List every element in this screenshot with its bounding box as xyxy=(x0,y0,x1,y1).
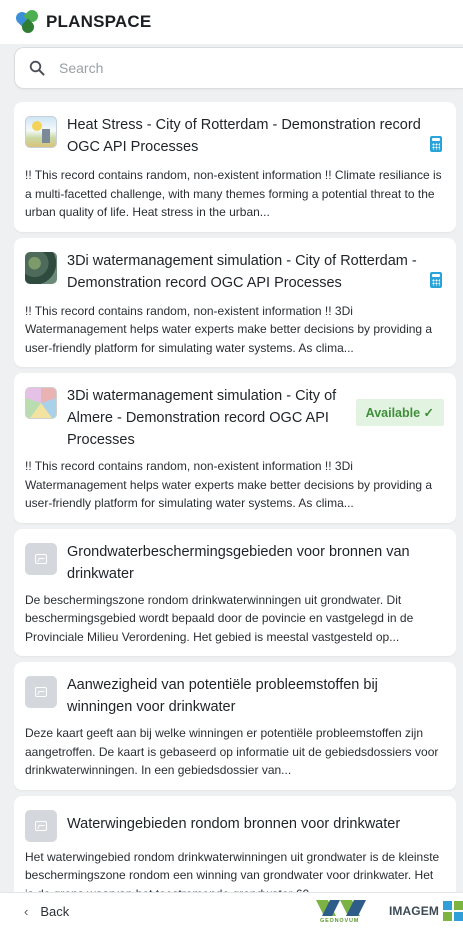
record-title[interactable]: 3Di watermanagement simulation - City of… xyxy=(67,385,356,451)
record-description: De beschermingszone rondom drinkwaterwin… xyxy=(25,592,414,644)
record-description: Het waterwingebied rondom drinkwaterwinn… xyxy=(25,849,440,893)
record-title[interactable]: Grondwaterbeschermingsgebieden voor bron… xyxy=(67,541,444,585)
calculator-icon xyxy=(430,271,442,288)
imagem-mark-icon xyxy=(442,901,463,921)
back-button[interactable]: ‹ Back xyxy=(24,904,69,919)
record-title[interactable]: Heat Stress - City of Rotterdam - Demons… xyxy=(67,114,430,158)
search-bar[interactable] xyxy=(14,47,463,89)
planspace-logo-icon xyxy=(13,7,41,36)
image-placeholder-icon xyxy=(25,676,57,708)
back-label: Back xyxy=(40,904,70,919)
record-description: !! This record contains random, non-exis… xyxy=(25,303,433,355)
record-title[interactable]: 3Di watermanagement simulation - City of… xyxy=(67,250,430,294)
search-icon xyxy=(29,60,45,76)
record-list: Heat Stress - City of Rotterdam - Demons… xyxy=(14,102,456,892)
record-thumbnail xyxy=(25,251,57,284)
available-badge: Available ✓ xyxy=(355,399,444,426)
record-title[interactable]: Waterwingebieden rondom bronnen voor dri… xyxy=(67,808,444,835)
record-card[interactable]: Aanwezigheid van potentiële probleemstof… xyxy=(14,662,456,790)
record-card[interactable]: Heat Stress - City of Rotterdam - Demons… xyxy=(14,102,456,232)
record-description: !! This record contains random, non-exis… xyxy=(25,459,433,510)
geonovum-mark-icon xyxy=(316,900,366,916)
record-card[interactable]: Waterwingebieden rondom bronnen voor dri… xyxy=(14,795,456,893)
record-thumbnail xyxy=(25,116,57,148)
calculator-icon xyxy=(430,136,442,152)
app-header: PLANSPACE xyxy=(0,0,463,44)
image-placeholder-icon xyxy=(25,542,57,575)
app-footer: ‹ Back GEONOVUM IMAGEM xyxy=(0,892,463,930)
imagem-logo: IMAGEM xyxy=(389,901,463,921)
image-placeholder-icon xyxy=(25,809,57,842)
record-description: !! This record contains random, non-exis… xyxy=(25,168,442,219)
record-title[interactable]: Aanwezigheid van potentiële probleemstof… xyxy=(67,674,444,718)
record-card[interactable]: Grondwaterbeschermingsgebieden voor bron… xyxy=(14,528,456,656)
geonovum-logo: GEONOVUM xyxy=(314,897,370,927)
record-thumbnail xyxy=(25,387,57,419)
search-input[interactable] xyxy=(59,60,419,76)
record-card[interactable]: 3Di watermanagement simulation - City of… xyxy=(14,237,456,367)
record-card[interactable]: 3Di watermanagement simulation - City of… xyxy=(14,373,456,523)
chevron-left-icon: ‹ xyxy=(24,904,29,919)
brand-name: PLANSPACE xyxy=(46,12,152,31)
record-description: Deze kaart geeft aan bij welke winningen… xyxy=(25,726,439,777)
